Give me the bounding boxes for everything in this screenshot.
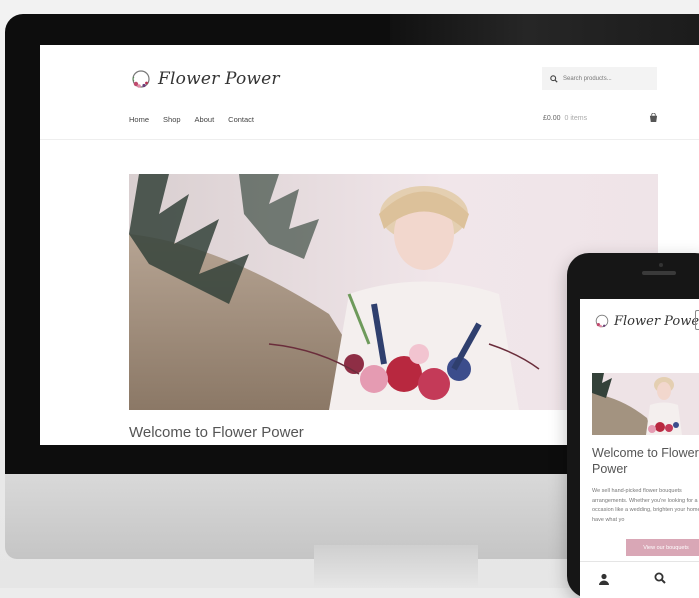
welcome-heading: Welcome to Flower Power — [129, 424, 304, 441]
cart-total: £0.00 — [543, 115, 561, 122]
search-placeholder: Search products... — [563, 75, 612, 82]
nav-contact[interactable]: Contact — [228, 115, 254, 124]
user-icon[interactable] — [598, 573, 610, 585]
cart-summary[interactable]: £0.00 0 items — [543, 115, 587, 122]
search-icon[interactable] — [654, 572, 666, 584]
flower-wreath-icon — [595, 314, 609, 328]
phone-mockup: Flower Power Welcome to Flower Power We … — [567, 253, 699, 598]
nav-shop[interactable]: Shop — [163, 115, 181, 124]
mobile-site-logo[interactable]: Flower Power — [594, 313, 699, 329]
site-brand-name: Flower Power — [158, 69, 280, 89]
mobile-welcome-heading: Welcome to Flower Power — [592, 446, 699, 476]
phone-camera — [659, 263, 663, 267]
view-bouquets-button[interactable]: View our bouquets — [626, 539, 699, 556]
nav-about[interactable]: About — [195, 115, 215, 124]
cart-item-count: 0 items — [564, 115, 588, 122]
search-icon — [550, 74, 558, 83]
site-logo[interactable]: Flower Power — [130, 65, 280, 93]
shopping-bag-icon[interactable] — [649, 113, 658, 123]
imac-stand — [314, 545, 478, 588]
site-header: Flower Power Search products... Home Sho… — [40, 45, 699, 140]
main-nav: Home Shop About Contact — [129, 115, 254, 124]
flower-wreath-icon — [132, 70, 150, 88]
mobile-menu-button[interactable] — [695, 310, 699, 330]
search-field[interactable]: Search products... — [542, 67, 657, 90]
mobile-website: Flower Power Welcome to Flower Power We … — [580, 299, 699, 598]
mobile-intro-text: We sell hand-picked flower bouquets arra… — [592, 488, 699, 523]
phone-speaker — [642, 271, 676, 275]
mobile-hero-image — [592, 373, 699, 435]
mobile-brand-name: Flower Power — [614, 313, 699, 329]
nav-home[interactable]: Home — [129, 115, 149, 124]
mobile-bottom-bar — [580, 561, 699, 598]
